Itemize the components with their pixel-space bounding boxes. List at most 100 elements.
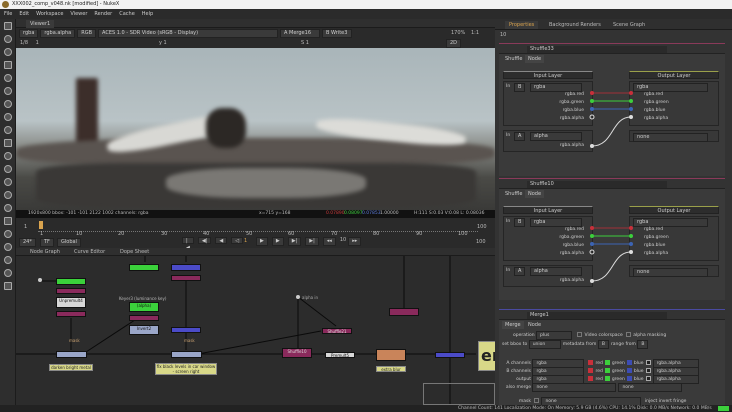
furnace-tool-icon[interactable] [4, 230, 12, 238]
tab-background-renders[interactable]: Background Renders [545, 21, 605, 29]
step-value[interactable]: 10 [340, 237, 346, 246]
node-merge-darken[interactable] [56, 351, 87, 358]
menu-help[interactable]: Help [142, 9, 153, 19]
particles-tool-icon[interactable] [4, 152, 12, 160]
tab-shuffle[interactable]: Shuffle [502, 55, 525, 63]
shuffle-wires[interactable] [589, 81, 635, 151]
other-tool-icon[interactable] [4, 217, 12, 225]
alpha-select[interactable]: rgba.alpha [40, 29, 76, 38]
keyer-tool-icon[interactable] [4, 100, 12, 108]
tab-shuffle[interactable]: Shuffle [502, 190, 525, 198]
operation-select[interactable]: plus [536, 331, 573, 340]
node-shuffle10[interactable]: Shuffle10 [282, 348, 312, 358]
invert-checkbox[interactable]: invert [659, 399, 672, 404]
timeline-end[interactable]: 100 [477, 224, 487, 230]
input-a-select[interactable]: A [514, 132, 526, 141]
viewer-image[interactable] [16, 48, 495, 210]
red-checkbox[interactable] [588, 376, 594, 381]
input-a-select[interactable]: A Merge16 [280, 29, 321, 38]
playhead[interactable] [39, 221, 43, 229]
saturation-value[interactable]: S 1 [301, 38, 309, 48]
merge-tool-icon[interactable] [4, 113, 12, 121]
tab-node[interactable]: Node [525, 55, 545, 63]
node-merge-fix[interactable] [171, 351, 202, 358]
node-green-2[interactable] [129, 264, 159, 271]
red-checkbox[interactable] [588, 368, 594, 373]
node-shuffle21[interactable]: Shuffle21 [322, 328, 352, 334]
bbox-select[interactable]: union [528, 340, 561, 349]
alpha-checkbox[interactable] [645, 376, 651, 381]
red-checkbox[interactable] [588, 360, 594, 365]
sticky-note-big[interactable]: en [478, 341, 495, 371]
3d-tool-icon[interactable] [4, 139, 12, 147]
channels-select[interactable]: rgba [19, 29, 39, 38]
prev-key-button[interactable]: ◀| [197, 237, 212, 244]
filter-tool-icon[interactable] [4, 87, 12, 95]
first-frame-button[interactable]: |◀ [182, 237, 194, 251]
also-merge2-select[interactable]: none [618, 383, 683, 392]
tab-properties[interactable]: Properties [505, 21, 539, 29]
output2-layer-select[interactable]: none [633, 268, 708, 277]
tab-dope-sheet[interactable]: Dope Sheet [116, 248, 153, 256]
sticky-note-blur[interactable]: extra blur [376, 366, 406, 372]
also-merge-select[interactable]: none [532, 383, 617, 392]
deep-tool-icon[interactable] [4, 165, 12, 173]
node-green-1[interactable] [56, 278, 86, 285]
display-select[interactable]: RGB [77, 29, 97, 38]
pixel-ratio[interactable]: 1:1 [471, 28, 479, 38]
shuffle-wires[interactable] [589, 216, 635, 286]
output-layer-select[interactable]: rgba [633, 218, 708, 227]
blue-checkbox[interactable] [626, 368, 632, 373]
node-premult5[interactable]: Premult5 [325, 352, 355, 358]
node-keyer3[interactable]: (alpha) [129, 302, 159, 312]
view-mode-select[interactable]: 2D [446, 39, 462, 48]
timeline-start[interactable]: 1 [24, 224, 27, 230]
output2-layer-select[interactable]: none [633, 133, 708, 142]
transform-tool-icon[interactable] [4, 126, 12, 134]
ofx-tool-icon[interactable] [4, 243, 12, 251]
green-checkbox[interactable] [604, 368, 610, 373]
next-key-button[interactable]: ▶| [287, 237, 302, 246]
prev-frame-button[interactable]: ◀ [215, 237, 228, 244]
play-backward-button[interactable]: ◁ [231, 237, 244, 244]
green-checkbox[interactable] [604, 376, 610, 381]
last-frame-button[interactable]: ▶| [305, 237, 319, 246]
colorspace-select[interactable]: ACES 1.0 - SDR Video (sRGB - Display) [98, 29, 279, 38]
toolsets-tool-icon[interactable] [4, 204, 12, 212]
time-tool-icon[interactable] [4, 48, 12, 56]
scope-select[interactable]: Global [57, 238, 81, 247]
gizmo-tool-icon[interactable] [4, 256, 12, 264]
node-invert2[interactable]: Invert2 [129, 325, 159, 335]
node-shuffle-3[interactable] [171, 275, 201, 281]
inject-checkbox[interactable]: inject [645, 399, 657, 404]
node-blur[interactable] [376, 349, 406, 361]
max-panels-field[interactable]: 10 [500, 32, 506, 38]
alpha-checkbox[interactable] [645, 368, 651, 373]
node-name-field[interactable]: Shuffle10 [527, 181, 667, 188]
tab-merge[interactable]: Merge [502, 321, 524, 329]
channel-tool-icon[interactable] [4, 61, 12, 69]
dot-node[interactable] [38, 278, 42, 282]
frame-fraction[interactable]: 1/8 [20, 40, 28, 46]
timeline-ruler[interactable] [38, 222, 478, 232]
alpha-checkbox[interactable] [645, 360, 651, 365]
image-tool-icon[interactable] [4, 22, 12, 30]
menu-viewer[interactable]: Viewer [70, 9, 87, 19]
step-fwd-button[interactable]: ▸▸ [348, 237, 362, 246]
tab-node[interactable]: Node [525, 190, 545, 198]
color-tool-icon[interactable] [4, 74, 12, 82]
menu-cache[interactable]: Cache [119, 9, 135, 19]
next-frame-button[interactable]: ▶ [271, 237, 284, 246]
tab-node[interactable]: Node [525, 321, 544, 329]
tf-select[interactable]: TF [40, 238, 54, 247]
play-forward-button[interactable]: ▶ [256, 237, 268, 246]
input-b-layer-select[interactable]: rgba [530, 218, 582, 227]
tab-curve-editor[interactable]: Curve Editor [70, 248, 109, 256]
fringe-checkbox[interactable]: fringe [673, 399, 686, 404]
settings-tool-icon[interactable] [4, 282, 12, 290]
mask-checkbox[interactable] [534, 398, 540, 403]
node-shuffle-2[interactable] [56, 311, 86, 317]
node-unpremult4[interactable]: Unpremult4 [56, 297, 86, 308]
draw-tool-icon[interactable] [4, 35, 12, 43]
node-graph[interactable]: Unpremult4 mask darken bright metal Keye… [16, 256, 495, 405]
